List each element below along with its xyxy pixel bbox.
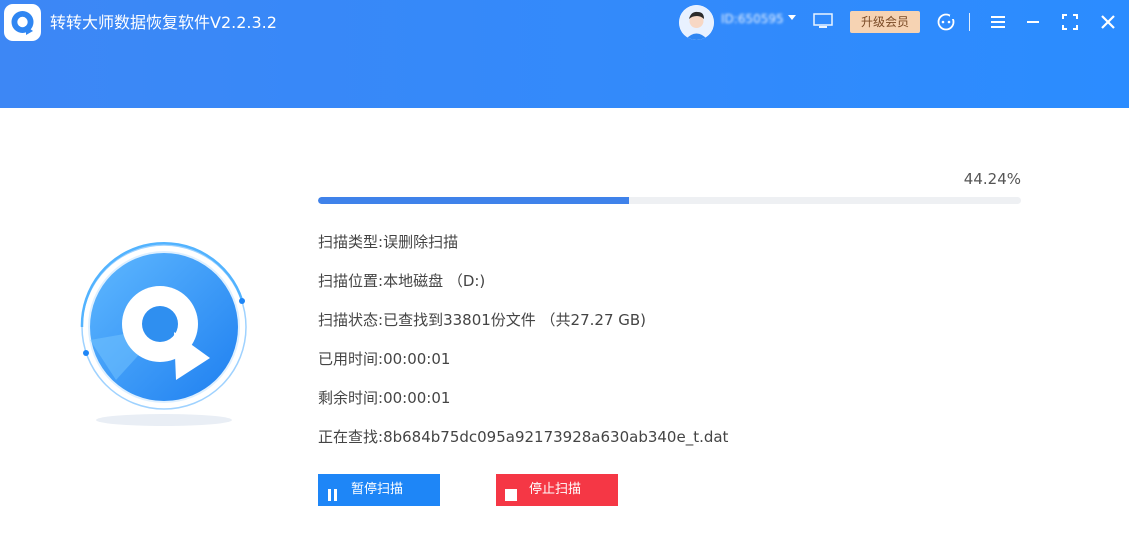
- scan-location-row: 扫描位置:本地磁盘 （D:): [318, 270, 485, 292]
- remaining-time-label: 剩余时间:: [318, 389, 384, 407]
- scan-type-value: 误删除扫描: [383, 233, 459, 251]
- close-icon[interactable]: [1100, 14, 1116, 30]
- scan-location-label: 扫描位置:: [318, 272, 384, 290]
- current-file-row: 正在查找:8b684b75dc095a92173928a630ab340e_t.…: [318, 426, 728, 448]
- progress-fill: [318, 197, 629, 204]
- app-title: 转转大师数据恢复软件V2.2.3.2: [50, 13, 277, 32]
- monitor-icon[interactable]: [813, 13, 833, 29]
- remaining-time-value: 00:00:01: [383, 389, 451, 407]
- scan-status-row: 扫描状态:已查找到33801份文件 （共27.27 GB): [318, 309, 646, 331]
- chevron-down-icon[interactable]: [788, 15, 796, 20]
- upgrade-member-button[interactable]: 升级会员: [850, 11, 920, 33]
- current-file-value: 8b684b75dc095a92173928a630ab340e_t.dat: [383, 428, 729, 446]
- minimize-icon[interactable]: [1025, 14, 1041, 30]
- elapsed-time-label: 已用时间:: [318, 350, 384, 368]
- pause-scan-button[interactable]: 暂停扫描: [318, 474, 440, 506]
- title-bar: 转转大师数据恢复软件V2.2.3.2 ID:650595 升级会员: [0, 0, 1129, 108]
- current-file-label: 正在查找:: [318, 428, 384, 446]
- progress-bar: [318, 197, 1021, 204]
- progress-percent: 44.24%: [963, 170, 1021, 188]
- scan-type-label: 扫描类型:: [318, 233, 384, 251]
- user-id: ID:650595: [721, 12, 784, 26]
- stop-scan-button[interactable]: 停止扫描: [496, 474, 618, 506]
- scan-location-value: 本地磁盘 （D:): [383, 272, 486, 290]
- stop-scan-label: 停止扫描: [529, 482, 582, 497]
- customer-service-icon[interactable]: [936, 12, 956, 32]
- menu-icon[interactable]: [990, 14, 1006, 30]
- elapsed-time-value: 00:00:01: [383, 350, 451, 368]
- scan-type-row: 扫描类型:误删除扫描: [318, 231, 458, 253]
- app-logo-icon: [4, 4, 41, 41]
- scan-status-label: 扫描状态:: [318, 311, 384, 329]
- app-window: 转转大师数据恢复软件V2.2.3.2 ID:650595 升级会员 44.24%…: [0, 0, 1129, 535]
- stop-icon: [504, 483, 518, 501]
- elapsed-time-row: 已用时间:00:00:01: [318, 348, 450, 370]
- pause-scan-label: 暂停扫描: [351, 482, 404, 497]
- user-avatar[interactable]: [679, 5, 714, 40]
- scan-animation-icon: [76, 240, 252, 432]
- header-divider: [969, 13, 970, 31]
- maximize-icon[interactable]: [1062, 14, 1078, 30]
- scan-status-value: 已查找到33801份文件 （共27.27 GB): [383, 311, 647, 329]
- pause-icon: [326, 483, 340, 501]
- remaining-time-row: 剩余时间:00:00:01: [318, 387, 450, 409]
